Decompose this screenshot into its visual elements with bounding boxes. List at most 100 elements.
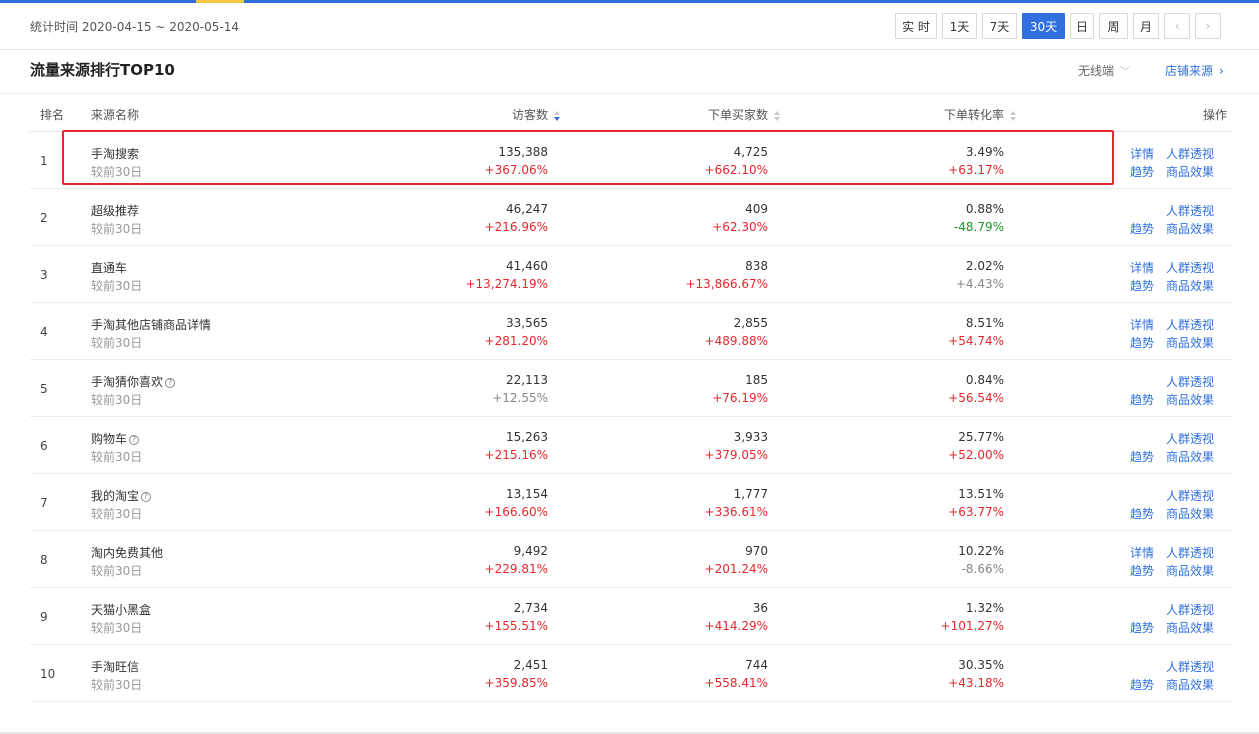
detail-link[interactable]: 详情	[1130, 145, 1154, 162]
shop-source-label: 店铺来源	[1165, 64, 1214, 78]
trend-link[interactable]: 趋势	[1130, 505, 1154, 522]
rate-value: 3.49%	[965, 145, 1004, 159]
crowd-insight-link[interactable]: 人群透视	[1166, 430, 1214, 447]
trend-link[interactable]: 趋势	[1130, 448, 1154, 465]
buyers-change: +13,866.67%	[685, 277, 768, 291]
rank-number: 1	[40, 154, 48, 168]
trend-link[interactable]: 趋势	[1130, 562, 1154, 579]
help-icon[interactable]: ?	[129, 435, 140, 445]
goods-effect-link[interactable]: 商品效果	[1166, 391, 1214, 408]
sort-desc-icon[interactable]	[554, 110, 561, 121]
crowd-insight-link[interactable]: 人群透视	[1166, 601, 1214, 618]
buyers-value: 1,777	[733, 487, 768, 501]
rank-number: 2	[40, 211, 48, 225]
visitors-value: 13,154	[506, 487, 548, 501]
visitors-value: 9,492	[513, 544, 548, 558]
rank-number: 3	[40, 268, 48, 282]
buyers-value: 36	[752, 601, 768, 615]
rate-value: 30.35%	[958, 658, 1004, 672]
source-name-text: 天猫小黑盒	[91, 603, 152, 617]
goods-effect-link[interactable]: 商品效果	[1166, 619, 1214, 636]
goods-effect-link[interactable]: 商品效果	[1166, 448, 1214, 465]
goods-effect-link[interactable]: 商品效果	[1166, 277, 1214, 294]
compare-label: 较前30日	[91, 279, 143, 293]
visitors-value: 2,734	[513, 601, 548, 615]
sort-icon[interactable]	[1010, 110, 1017, 121]
buyers-change: +62.30%	[712, 220, 768, 234]
source-name: 手淘旺信	[91, 658, 139, 675]
goods-effect-link[interactable]: 商品效果	[1166, 676, 1214, 693]
rank-number: 8	[40, 553, 48, 567]
trend-link[interactable]: 趋势	[1130, 334, 1154, 351]
compare-label: 较前30日	[91, 336, 143, 350]
period-button[interactable]: 1天	[942, 13, 977, 39]
shop-source-link[interactable]: 店铺来源 ›	[1165, 62, 1224, 79]
table-row: 7 我的淘宝? 较前30日 13,154 +166.60% 1,777 +336.61% 13…	[30, 474, 1232, 531]
detail-link[interactable]: 详情	[1130, 316, 1154, 333]
crowd-insight-link[interactable]: 人群透视	[1166, 658, 1214, 675]
goods-effect-link[interactable]: 商品效果	[1166, 505, 1214, 522]
compare-label: 较前30日	[91, 507, 143, 521]
table-row: 10 手淘旺信 较前30日 2,451 +359.85% 744 +558.41% 30.35…	[30, 645, 1232, 702]
period-button[interactable]: 日	[1070, 13, 1094, 39]
trend-link[interactable]: 趋势	[1130, 391, 1154, 408]
goods-effect-link[interactable]: 商品效果	[1166, 562, 1214, 579]
period-button[interactable]: 7天	[982, 13, 1017, 39]
goods-effect-link[interactable]: 商品效果	[1166, 220, 1214, 237]
source-name-text: 淘内免费其他	[91, 546, 164, 560]
rank-number: 6	[40, 439, 48, 453]
col-buyers[interactable]: 下单买家数	[708, 106, 781, 123]
rank-number: 10	[40, 667, 56, 681]
buyers-value: 409	[745, 202, 768, 216]
trend-link[interactable]: 趋势	[1130, 619, 1154, 636]
prev-period-button[interactable]: ‹	[1164, 13, 1190, 39]
visitors-change: +166.60%	[484, 505, 548, 519]
crowd-insight-link[interactable]: 人群透视	[1166, 145, 1214, 162]
device-dropdown[interactable]: 无线端 ﹀	[1078, 62, 1130, 79]
rate-value: 8.51%	[965, 316, 1004, 330]
compare-label: 较前30日	[91, 393, 143, 407]
buyers-change: +489.88%	[704, 334, 768, 348]
crowd-insight-link[interactable]: 人群透视	[1166, 202, 1214, 219]
buyers-change: +662.10%	[704, 163, 768, 177]
period-button[interactable]: 实 时	[895, 13, 937, 39]
col-rank: 排名	[40, 108, 65, 122]
next-period-button[interactable]: ›	[1195, 13, 1221, 39]
crowd-insight-link[interactable]: 人群透视	[1166, 544, 1214, 561]
help-icon[interactable]: ?	[141, 492, 152, 502]
source-name: 购物车?	[91, 430, 140, 447]
col-rate[interactable]: 下单转化率	[944, 106, 1017, 123]
crowd-insight-link[interactable]: 人群透视	[1166, 316, 1214, 333]
trend-link[interactable]: 趋势	[1130, 220, 1154, 237]
source-name-text: 购物车	[91, 432, 128, 446]
goods-effect-link[interactable]: 商品效果	[1166, 163, 1214, 180]
period-button[interactable]: 周	[1099, 13, 1128, 39]
col-visitors[interactable]: 访客数	[512, 106, 561, 123]
detail-link[interactable]: 详情	[1130, 544, 1154, 561]
compare-label: 较前30日	[91, 165, 143, 179]
buyers-value: 3,933	[733, 430, 768, 444]
trend-link[interactable]: 趋势	[1130, 676, 1154, 693]
col-ops: 操作	[1202, 108, 1227, 122]
rate-change: +63.77%	[948, 505, 1004, 519]
chevron-right-icon: ›	[1219, 64, 1224, 78]
source-name: 天猫小黑盒	[91, 601, 151, 618]
detail-link[interactable]: 详情	[1130, 259, 1154, 276]
compare-label: 较前30日	[91, 222, 143, 236]
stat-bar: 统计时间 2020-04-15 ~ 2020-05-14 实 时 1天 7天 30天日…	[0, 3, 1259, 50]
stat-label: 统计时间	[30, 20, 79, 34]
period-button[interactable]: 月	[1133, 13, 1159, 39]
crowd-insight-link[interactable]: 人群透视	[1166, 373, 1214, 390]
help-icon[interactable]: ?	[165, 378, 176, 388]
trend-link[interactable]: 趋势	[1130, 163, 1154, 180]
buyers-change: +558.41%	[704, 676, 768, 690]
period-button[interactable]: 30天	[1022, 13, 1065, 39]
trend-link[interactable]: 趋势	[1130, 277, 1154, 294]
crowd-insight-link[interactable]: 人群透视	[1166, 259, 1214, 276]
visitors-value: 41,460	[506, 259, 548, 273]
visitors-value: 22,113	[506, 373, 548, 387]
goods-effect-link[interactable]: 商品效果	[1166, 334, 1214, 351]
visitors-change: +215.16%	[484, 448, 548, 462]
crowd-insight-link[interactable]: 人群透视	[1166, 487, 1214, 504]
sort-icon[interactable]	[774, 110, 781, 121]
